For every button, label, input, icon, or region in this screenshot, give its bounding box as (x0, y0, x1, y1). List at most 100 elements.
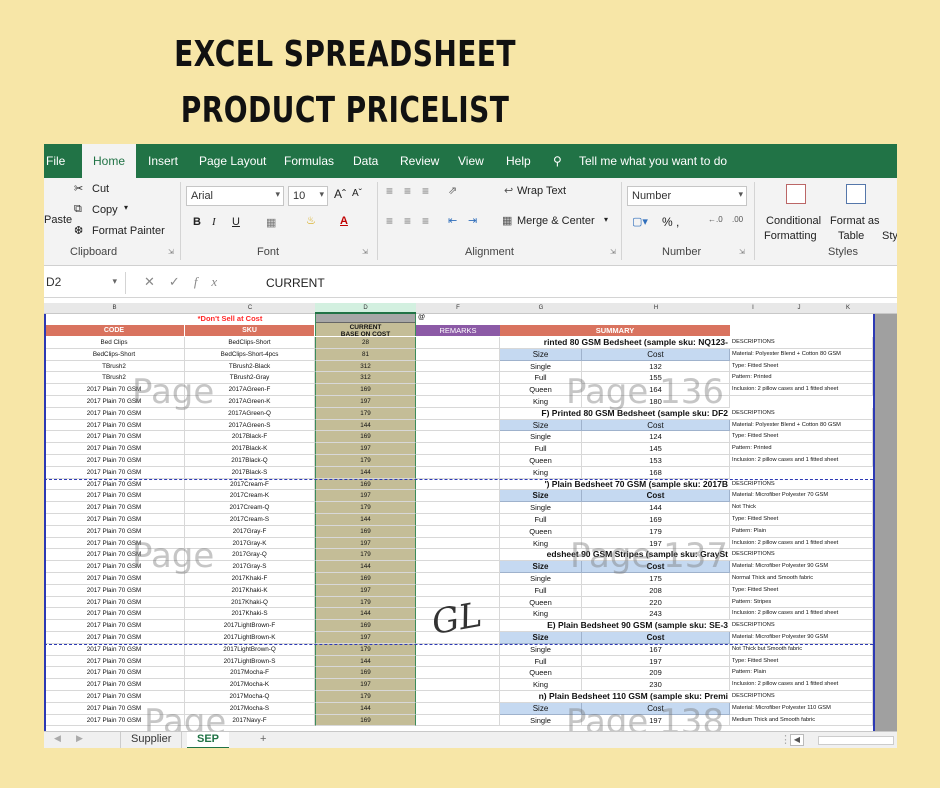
cell-cost[interactable]: 144 (315, 419, 416, 432)
cell-remarks[interactable] (416, 348, 500, 361)
menu-data[interactable]: Data (353, 154, 378, 168)
cell-sku[interactable]: 2017Mocha-F (185, 667, 315, 680)
cell-remarks[interactable] (416, 384, 500, 396)
description-cell[interactable]: DESCRIPTIONS (730, 620, 873, 632)
cell-remarks[interactable] (416, 643, 500, 656)
summary-cost-cell[interactable]: 220 (582, 596, 730, 609)
cell-sku[interactable]: 2017Cream-Q (185, 502, 315, 514)
summary-cost-cell[interactable]: 145 (582, 443, 730, 455)
description-cell[interactable]: Type: Fitted Sheet (730, 431, 873, 444)
decrease-indent-icon[interactable]: ⇤ (448, 214, 457, 227)
align-center-icon[interactable]: ≡ (404, 214, 411, 228)
cell-sku[interactable]: 2017LightBrown-K (185, 632, 315, 644)
summary-size-header[interactable]: Size (500, 419, 582, 432)
cell-styles-button[interactable]: Sty (882, 230, 897, 242)
tab-supplier[interactable]: Supplier (120, 732, 183, 748)
cell-remarks[interactable] (416, 584, 500, 597)
summary-block-title[interactable]: E) Plain Bedsheet 90 GSM (sample sku: SE… (500, 620, 730, 632)
align-bottom-icon[interactable]: ≡ (422, 184, 429, 198)
cell-remarks[interactable] (416, 573, 500, 585)
cell-code[interactable]: 2017 Plain 70 GSM (44, 620, 185, 632)
summary-size-cell[interactable]: Full (500, 514, 582, 526)
menu-review[interactable]: Review (400, 154, 439, 168)
number-launcher-icon[interactable]: ⇲ (739, 248, 745, 256)
description-cell[interactable]: Inclusion: 2 pillow cases and 1 fitted s… (730, 537, 873, 550)
description-cell[interactable]: DESCRIPTIONS (730, 407, 873, 420)
summary-size-header[interactable]: Size (500, 348, 582, 361)
table-button[interactable]: Table (838, 230, 864, 242)
summary-cost-cell[interactable]: 208 (582, 584, 730, 597)
cell-cost[interactable]: 179 (315, 455, 416, 467)
cell-cost[interactable]: 169 (315, 714, 416, 727)
cell-code[interactable]: 2017 Plain 70 GSM (44, 514, 185, 526)
cell-cost[interactable]: 169 (315, 667, 416, 680)
formula-content[interactable]: CURRENT (266, 276, 325, 290)
description-cell[interactable]: Material: Microfiber Polyester 90 GSM (730, 632, 873, 644)
col-header-d[interactable]: D (315, 303, 416, 314)
cell-code[interactable]: 2017 Plain 70 GSM (44, 478, 185, 491)
description-cell[interactable]: Type: Fitted Sheet (730, 360, 873, 373)
description-cell[interactable]: Material: Polyester Blend + Cotton 80 GS… (730, 419, 873, 432)
cell-remarks[interactable] (416, 337, 500, 349)
menu-insert[interactable]: Insert (148, 154, 178, 168)
cell-cost[interactable]: 312 (315, 372, 416, 385)
copy-button[interactable]: Copy (92, 204, 118, 216)
summary-cost-cell[interactable]: 132 (582, 360, 730, 373)
cell-code[interactable]: 2017 Plain 70 GSM (44, 490, 185, 503)
cell-cost[interactable]: 197 (315, 443, 416, 455)
cell-sku[interactable]: 2017Black-F (185, 431, 315, 444)
description-cell[interactable]: Material: Microfiber Polyester 70 GSM (730, 490, 873, 503)
header-sku[interactable]: SKU (185, 325, 315, 336)
cell-code[interactable]: 2017 Plain 70 GSM (44, 596, 185, 609)
cell-sku[interactable]: 2017Khaki-Q (185, 596, 315, 609)
summary-cost-cell[interactable]: 197 (582, 655, 730, 668)
bold-button[interactable]: B (193, 216, 201, 228)
description-cell[interactable]: Not Thick but Smooth fabric (730, 643, 873, 656)
align-top-icon[interactable]: ≡ (386, 184, 393, 198)
cell-code[interactable]: BedClips-Short (44, 348, 185, 361)
cell-cost[interactable]: 197 (315, 490, 416, 503)
description-cell[interactable]: Pattern: Plain (730, 525, 873, 538)
description-cell[interactable]: Inclusion: 2 pillow cases and 1 fitted s… (730, 679, 873, 691)
tell-me-search[interactable]: Tell me what you want to do (579, 154, 727, 168)
currency-icon[interactable]: ▢▾ (632, 215, 648, 228)
summary-block-title[interactable]: ') Plain Bedsheet 70 GSM (sample sku: 20… (500, 478, 730, 491)
font-size-select[interactable]: 10 ▾ (288, 186, 328, 206)
cell-code[interactable]: 2017 Plain 70 GSM (44, 419, 185, 432)
summary-cost-header[interactable]: Cost (582, 419, 730, 432)
name-box[interactable]: D2 ▾ (44, 272, 126, 294)
cell-remarks[interactable] (416, 537, 500, 550)
summary-size-cell[interactable]: Queen (500, 455, 582, 467)
borders-icon[interactable]: ▦ (266, 216, 276, 229)
add-sheet-button[interactable]: + (250, 732, 276, 748)
cell-cost[interactable]: 169 (315, 431, 416, 444)
cell-cost[interactable]: 169 (315, 478, 416, 491)
tab-sep[interactable]: SEP (187, 732, 230, 748)
cell-code[interactable]: 2017 Plain 70 GSM (44, 667, 185, 680)
summary-cost-cell[interactable]: 124 (582, 431, 730, 444)
cell-sku[interactable]: BedClips-Short (185, 337, 315, 349)
menu-file[interactable]: File (46, 154, 65, 168)
header-code[interactable]: CODE (44, 325, 185, 336)
cell-sku[interactable]: 2017AGreen-S (185, 419, 315, 432)
clipboard-launcher-icon[interactable]: ⇲ (168, 248, 174, 256)
cell-cost[interactable]: 144 (315, 702, 416, 715)
description-cell[interactable]: Material: Polyester Blend + Cotton 80 GS… (730, 348, 873, 361)
col-header-i[interactable]: I (730, 305, 776, 311)
cell-cost[interactable]: 179 (315, 643, 416, 656)
enter-icon[interactable]: ✓ (169, 274, 194, 289)
col-header-j[interactable]: J (776, 305, 822, 311)
description-cell[interactable]: Inclusion: 2 pillow cases and 1 fitted s… (730, 455, 873, 467)
col-header-h[interactable]: H (582, 305, 730, 311)
cell-cost[interactable]: 179 (315, 502, 416, 514)
description-cell[interactable]: Type: Fitted Sheet (730, 514, 873, 526)
cell-remarks[interactable] (416, 396, 500, 408)
summary-cost-cell[interactable]: 144 (582, 502, 730, 514)
summary-size-cell[interactable]: King (500, 608, 582, 621)
cell-code[interactable]: TBrush2 (44, 360, 185, 373)
cell-cost[interactable]: 169 (315, 573, 416, 585)
cell-code[interactable]: 2017 Plain 70 GSM (44, 655, 185, 668)
description-cell[interactable]: Pattern: Plain (730, 667, 873, 680)
col-header-g[interactable]: G (500, 305, 582, 311)
shrink-font-icon[interactable]: Aˇ (352, 188, 362, 199)
